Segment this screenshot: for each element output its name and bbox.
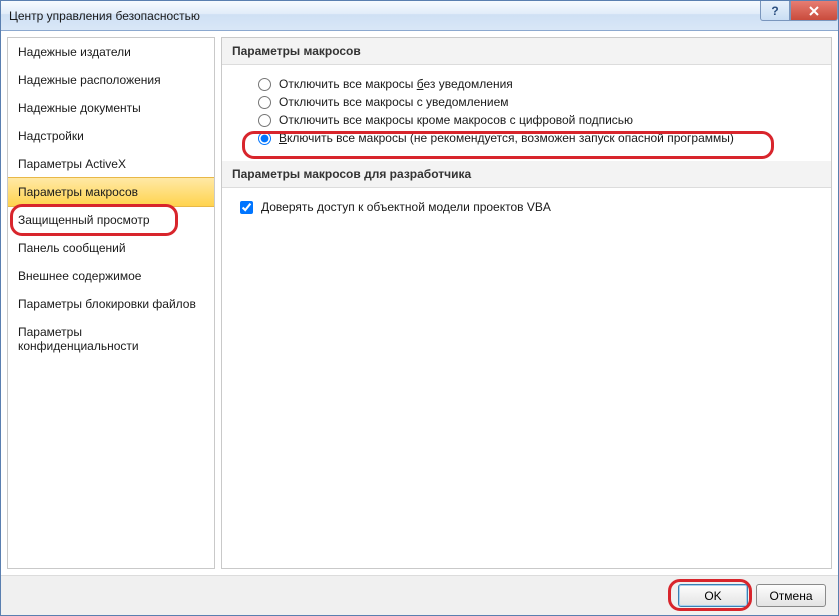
sidebar-item-label: Надежные издатели: [18, 45, 131, 59]
sidebar-item-label: Надежные расположения: [18, 73, 161, 87]
radio-label: Включить все макросы (не рекомендуется, …: [279, 131, 734, 145]
trust-center-window: Центр управления безопасностью ? Надежны…: [0, 0, 839, 616]
sidebar-item-label: Параметры макросов: [18, 185, 138, 199]
developer-settings-group: Доверять доступ к объектной модели проек…: [222, 188, 831, 230]
dialog-body: Надежные издатели Надежные расположения …: [1, 31, 838, 575]
sidebar-item-trusted-publishers[interactable]: Надежные издатели: [8, 38, 214, 66]
sidebar-item-label: Защищенный просмотр: [18, 213, 150, 227]
sidebar-item-label: Панель сообщений: [18, 241, 126, 255]
sidebar-item-label: Внешнее содержимое: [18, 269, 141, 283]
radio-label: Отключить все макросы кроме макросов с ц…: [279, 113, 633, 127]
help-button[interactable]: ?: [760, 1, 790, 21]
radio-input[interactable]: [258, 132, 271, 145]
sidebar-item-label: Надежные документы: [18, 101, 141, 115]
sidebar: Надежные издатели Надежные расположения …: [7, 37, 215, 569]
radio-disable-no-notification[interactable]: Отключить все макросы без уведомления: [258, 75, 813, 93]
radio-input[interactable]: [258, 96, 271, 109]
sidebar-item-file-block-settings[interactable]: Параметры блокировки файлов: [8, 290, 214, 318]
section-header-developer-settings: Параметры макросов для разработчика: [222, 161, 831, 188]
sidebar-item-activex-settings[interactable]: Параметры ActiveX: [8, 150, 214, 178]
sidebar-item-label: Параметры ActiveX: [18, 157, 126, 171]
checkbox-trust-vba-access[interactable]: Доверять доступ к объектной модели проек…: [240, 198, 813, 216]
radio-label: Отключить все макросы с уведомлением: [279, 95, 509, 109]
sidebar-item-external-content[interactable]: Внешнее содержимое: [8, 262, 214, 290]
sidebar-item-label: Надстройки: [18, 129, 84, 143]
cancel-button[interactable]: Отмена: [756, 584, 826, 607]
sidebar-item-label: Параметры блокировки файлов: [18, 297, 196, 311]
radio-input[interactable]: [258, 114, 271, 127]
checkbox-label: Доверять доступ к объектной модели проек…: [261, 200, 551, 214]
close-icon: [809, 6, 819, 16]
sidebar-item-protected-view[interactable]: Защищенный просмотр: [8, 206, 214, 234]
sidebar-item-message-bar[interactable]: Панель сообщений: [8, 234, 214, 262]
sidebar-item-trusted-documents[interactable]: Надежные документы: [8, 94, 214, 122]
checkbox-input[interactable]: [240, 201, 253, 214]
sidebar-item-label: Параметры конфиденциальности: [18, 325, 139, 353]
window-title: Центр управления безопасностью: [9, 9, 200, 23]
titlebar-buttons: ?: [760, 1, 838, 21]
sidebar-item-privacy-options[interactable]: Параметры конфиденциальности: [8, 318, 214, 360]
radio-enable-all[interactable]: Включить все макросы (не рекомендуется, …: [258, 129, 813, 147]
ok-button[interactable]: OK: [678, 584, 748, 607]
radio-disable-with-notification[interactable]: Отключить все макросы с уведомлением: [258, 93, 813, 111]
radio-disable-except-signed[interactable]: Отключить все макросы кроме макросов с ц…: [258, 111, 813, 129]
radio-label: Отключить все макросы без уведомления: [279, 77, 513, 91]
titlebar[interactable]: Центр управления безопасностью ?: [1, 1, 838, 31]
sidebar-item-trusted-locations[interactable]: Надежные расположения: [8, 66, 214, 94]
close-button[interactable]: [790, 1, 838, 21]
dialog-footer: OK Отмена: [1, 575, 838, 615]
section-header-macro-settings: Параметры макросов: [222, 38, 831, 65]
macro-settings-group: Отключить все макросы без уведомления От…: [222, 65, 831, 161]
radio-input[interactable]: [258, 78, 271, 91]
sidebar-item-addins[interactable]: Надстройки: [8, 122, 214, 150]
sidebar-item-macro-settings[interactable]: Параметры макросов: [7, 177, 215, 207]
content-panel: Параметры макросов Отключить все макросы…: [221, 37, 832, 569]
